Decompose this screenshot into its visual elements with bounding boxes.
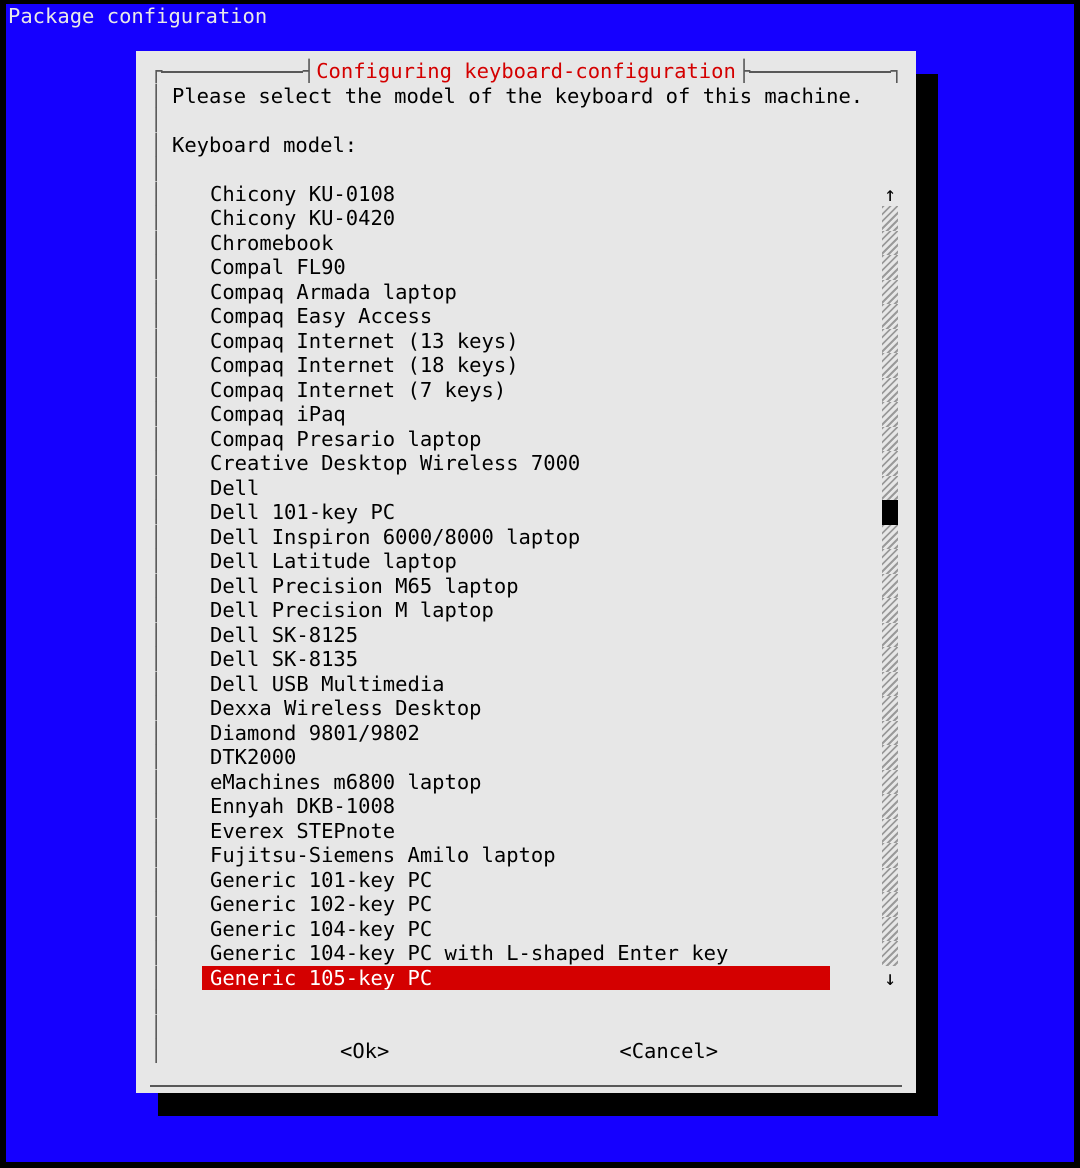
list-item[interactable]: Compaq iPaq	[202, 402, 830, 427]
list-item[interactable]: Dell USB Multimedia	[202, 672, 830, 697]
scrollbar-track-seg[interactable]	[882, 819, 898, 844]
list-item[interactable]: Dell Latitude laptop	[202, 549, 830, 574]
scrollbar-track-seg[interactable]	[882, 672, 898, 697]
keyboard-model-list[interactable]: Chicony KU-0108Chicony KU-0420Chromebook…	[172, 182, 878, 991]
scrollbar-track-seg[interactable]	[882, 231, 898, 256]
scrollbar-track-seg[interactable]	[882, 721, 898, 746]
scrollbar-track[interactable]	[882, 206, 898, 966]
list-item[interactable]: Compaq Internet (18 keys)	[202, 353, 830, 378]
scrollbar-track-seg[interactable]	[882, 623, 898, 648]
dialog: ┌ ┤ Configuring keyboard-configuration ├…	[136, 51, 916, 1093]
scrollbar-track-seg[interactable]	[882, 353, 898, 378]
frame-bottom-border	[150, 1085, 902, 1087]
scrollbar-track-seg[interactable]	[882, 892, 898, 917]
scrollbar-track-seg[interactable]	[882, 794, 898, 819]
list-item[interactable]: Dell SK-8125	[202, 623, 830, 648]
page-title: Package configuration	[4, 4, 1076, 29]
scrollbar-track-seg[interactable]	[882, 525, 898, 550]
scrollbar-track-seg[interactable]	[882, 476, 898, 501]
frame-left-border: ││││││││││││││││││││││││││││││││││││││││	[150, 84, 162, 1082]
spacer	[172, 1015, 902, 1040]
scroll-down-icon[interactable]: ↓	[884, 966, 896, 991]
dialog-titlebar: ┌ ┤ Configuring keyboard-configuration ├…	[150, 59, 902, 84]
spacer	[172, 157, 902, 182]
list-item[interactable]: Generic 104-key PC with L-shaped Enter k…	[202, 941, 830, 966]
cancel-button[interactable]: <Cancel>	[619, 1039, 718, 1064]
list-item[interactable]: Generic 102-key PC	[202, 892, 830, 917]
scrollbar-track-seg[interactable]	[882, 647, 898, 672]
scrollbar[interactable]: ↑ ↓	[878, 182, 902, 991]
scrollbar-track-seg[interactable]	[882, 255, 898, 280]
scrollbar-track-seg[interactable]	[882, 329, 898, 354]
list-item[interactable]: Compaq Presario laptop	[202, 427, 830, 452]
scrollbar-track-seg[interactable]	[882, 745, 898, 770]
scrollbar-track-seg[interactable]	[882, 917, 898, 942]
scrollbar-track-seg[interactable]	[882, 696, 898, 721]
spacer	[172, 108, 902, 133]
list-item[interactable]: Chicony KU-0420	[202, 206, 830, 231]
list-item[interactable]: Creative Desktop Wireless 7000	[202, 451, 830, 476]
list-item[interactable]: Fujitsu-Siemens Amilo laptop	[202, 843, 830, 868]
list-item[interactable]: Dell Precision M65 laptop	[202, 574, 830, 599]
scrollbar-track-seg[interactable]	[882, 843, 898, 868]
list-item[interactable]: Compaq Armada laptop	[202, 280, 830, 305]
list-item[interactable]: Dell Inspiron 6000/8000 laptop	[202, 525, 830, 550]
dialog-prompt: Please select the model of the keyboard …	[172, 84, 902, 109]
list-item[interactable]: Dell SK-8135	[202, 647, 830, 672]
list-item[interactable]: Dexxa Wireless Desktop	[202, 696, 830, 721]
scrollbar-track-seg[interactable]	[882, 206, 898, 231]
ok-button[interactable]: <Ok>	[340, 1039, 389, 1064]
scrollbar-thumb[interactable]	[882, 500, 898, 525]
scrollbar-track-seg[interactable]	[882, 280, 898, 305]
list-item[interactable]: Dell 101-key PC	[202, 500, 830, 525]
list-item[interactable]: Generic 105-key PC	[202, 966, 830, 991]
list-item[interactable]: Dell Precision M laptop	[202, 598, 830, 623]
scrollbar-track-seg[interactable]	[882, 451, 898, 476]
scrollbar-track-seg[interactable]	[882, 378, 898, 403]
list-item[interactable]: eMachines m6800 laptop	[202, 770, 830, 795]
list-item[interactable]: Dell	[202, 476, 830, 501]
scrollbar-track-seg[interactable]	[882, 770, 898, 795]
list-item[interactable]: Generic 101-key PC	[202, 868, 830, 893]
button-row: <Ok> <Cancel>	[172, 1039, 902, 1064]
scroll-up-icon[interactable]: ↑	[884, 182, 896, 207]
scrollbar-track-seg[interactable]	[882, 402, 898, 427]
list-item[interactable]: Generic 104-key PC	[202, 917, 830, 942]
list-item[interactable]: Diamond 9801/9802	[202, 721, 830, 746]
list-item[interactable]: DTK2000	[202, 745, 830, 770]
list-item[interactable]: Everex STEPnote	[202, 819, 830, 844]
list-item[interactable]: Chromebook	[202, 231, 830, 256]
scrollbar-track-seg[interactable]	[882, 574, 898, 599]
spacer	[172, 990, 902, 1015]
scrollbar-track-seg[interactable]	[882, 304, 898, 329]
scrollbar-track-seg[interactable]	[882, 941, 898, 966]
list-item[interactable]: Ennyah DKB-1008	[202, 794, 830, 819]
list-item[interactable]: Compaq Internet (13 keys)	[202, 329, 830, 354]
list-item[interactable]: Compal FL90	[202, 255, 830, 280]
list-label: Keyboard model:	[172, 133, 902, 158]
scrollbar-track-seg[interactable]	[882, 868, 898, 893]
scrollbar-track-seg[interactable]	[882, 598, 898, 623]
scrollbar-track-seg[interactable]	[882, 427, 898, 452]
list-item[interactable]: Compaq Easy Access	[202, 304, 830, 329]
list-item[interactable]: Chicony KU-0108	[202, 182, 830, 207]
dialog-title: Configuring keyboard-configuration	[314, 59, 738, 84]
scrollbar-track-seg[interactable]	[882, 549, 898, 574]
list-item[interactable]: Compaq Internet (7 keys)	[202, 378, 830, 403]
